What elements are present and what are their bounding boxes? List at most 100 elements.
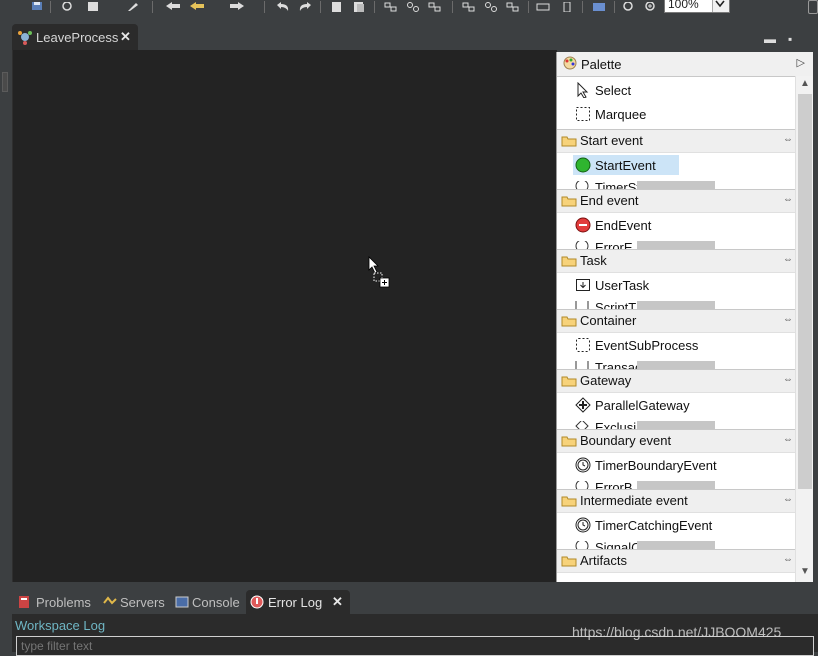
- palette-item-start-event[interactable]: StartEvent: [557, 155, 795, 175]
- pin-icon[interactable]: ⇔: [783, 194, 793, 205]
- tab-problems[interactable]: Problems: [12, 590, 98, 614]
- tab-leave-process[interactable]: LeaveProcess ✕: [12, 24, 138, 50]
- save-icon[interactable]: [30, 0, 44, 12]
- pin-icon[interactable]: ⇔: [783, 434, 793, 445]
- drawer-start-event[interactable]: Start event ⇔: [557, 129, 795, 153]
- drawer-label: Task: [580, 253, 607, 268]
- item-label: EndEvent: [595, 218, 652, 233]
- pin-icon[interactable]: ⇔: [783, 254, 793, 265]
- palette-header[interactable]: Palette ▷: [557, 52, 813, 77]
- scroll-thumb[interactable]: [798, 94, 812, 489]
- match-height-icon[interactable]: [560, 0, 574, 13]
- palette-item-event-subprocess[interactable]: EventSubProcess: [557, 335, 795, 355]
- tool-marquee[interactable]: Marquee: [557, 104, 795, 124]
- item-label: Transac: [595, 361, 642, 369]
- scroll-overflow-bar: [637, 421, 715, 429]
- align-top-icon[interactable]: [462, 0, 476, 12]
- drawer-task[interactable]: Task ⇔: [557, 249, 795, 273]
- palette-scrollbar[interactable]: ▲ ▼: [795, 76, 813, 582]
- trim-marker[interactable]: [2, 72, 8, 92]
- exclusive-gateway-icon: [575, 421, 589, 429]
- drawer-artifacts[interactable]: Artifacts ⇔: [557, 549, 795, 573]
- align-middle-icon[interactable]: [484, 0, 498, 12]
- match-width-icon[interactable]: [536, 0, 550, 12]
- drawer-end-event[interactable]: End event ⇔: [557, 189, 795, 213]
- drawer-boundary-event[interactable]: Boundary event ⇔: [557, 429, 795, 453]
- palette-item-timer-catching-event[interactable]: TimerCatchingEvent: [557, 515, 795, 535]
- folder-icon: [561, 315, 577, 330]
- item-label: ParallelGateway: [595, 398, 690, 413]
- item-label: TimerBoundaryEvent: [595, 458, 717, 473]
- toolbar-separator: [528, 1, 529, 13]
- perspective-button[interactable]: [808, 0, 818, 14]
- close-icon[interactable]: ✕: [332, 594, 343, 610]
- copy-icon[interactable]: [330, 0, 344, 12]
- align-center-icon[interactable]: [406, 0, 420, 12]
- scroll-overflow-bar: [637, 301, 715, 309]
- search-icon[interactable]: [126, 0, 140, 12]
- link-icon[interactable]: [60, 0, 74, 12]
- item-label: EventSubProcess: [595, 338, 699, 353]
- palette-item-partial[interactable]: ScriptT: [557, 301, 795, 309]
- diagram-canvas[interactable]: [12, 50, 557, 582]
- redo-icon[interactable]: [298, 0, 312, 12]
- maximize-button[interactable]: ▪: [788, 32, 792, 46]
- select-arrow-icon: [575, 81, 591, 99]
- palette-item-end-event[interactable]: EndEvent: [557, 215, 795, 235]
- palette-item-parallel-gateway[interactable]: ParallelGateway: [557, 395, 795, 415]
- minimize-button[interactable]: ▬: [764, 32, 776, 46]
- drawer-intermediate-event[interactable]: Intermediate event ⇔: [557, 489, 795, 513]
- close-icon[interactable]: ✕: [120, 29, 131, 45]
- undo-icon[interactable]: [276, 0, 290, 12]
- toolbar-separator: [152, 1, 153, 13]
- palette-item-user-task[interactable]: UserTask: [557, 275, 795, 295]
- collapse-palette-icon[interactable]: ▷: [797, 56, 805, 69]
- drawer-container[interactable]: Container ⇔: [557, 309, 795, 333]
- palette-title: Palette: [581, 57, 622, 72]
- tab-error-log[interactable]: Error Log ✕: [246, 590, 350, 614]
- align-right-icon[interactable]: [428, 0, 442, 12]
- folder-icon: [561, 435, 577, 450]
- export-diagram-icon[interactable]: [592, 0, 606, 12]
- palette-item-partial[interactable]: ErrorE: [557, 241, 795, 249]
- align-left-icon[interactable]: [384, 0, 398, 12]
- tab-servers[interactable]: Servers: [100, 590, 172, 614]
- scroll-up-icon[interactable]: ▲: [800, 78, 810, 89]
- zoom-in-icon[interactable]: [644, 0, 658, 12]
- item-label: Exclusi: [595, 421, 637, 429]
- open-type-icon[interactable]: [86, 0, 100, 12]
- chevron-down-icon[interactable]: [712, 0, 729, 12]
- back-arrow-icon[interactable]: [166, 0, 180, 12]
- item-label: TimerCatchingEvent: [595, 518, 713, 533]
- palette-item-timer-boundary-event[interactable]: TimerBoundaryEvent: [557, 455, 795, 475]
- main-toolbar: 100%: [0, 0, 818, 16]
- console-icon: [175, 595, 189, 612]
- forward-arrow-icon[interactable]: [230, 0, 244, 12]
- pin-icon[interactable]: ⇔: [783, 374, 793, 385]
- palette-item-partial[interactable]: SignalC: [557, 541, 795, 549]
- zoom-out-icon[interactable]: [622, 0, 636, 12]
- align-bottom-icon[interactable]: [506, 0, 520, 12]
- paste-icon[interactable]: [352, 0, 366, 12]
- zoom-select[interactable]: 100%: [664, 0, 730, 13]
- parallel-gateway-icon: [575, 397, 591, 413]
- palette-item-partial[interactable]: Exclusi: [557, 421, 795, 429]
- palette-item-partial[interactable]: TimerSt: [557, 181, 795, 189]
- pin-icon[interactable]: ⇔: [783, 494, 793, 505]
- pin-icon[interactable]: ⇔: [783, 554, 793, 565]
- palette-item-partial[interactable]: ErrorB: [557, 481, 795, 489]
- tool-select[interactable]: Select: [557, 80, 795, 100]
- problems-icon: [17, 595, 31, 612]
- mouse-cursor-icon: [368, 256, 392, 293]
- toolbar-separator: [452, 1, 453, 13]
- drawer-gateway[interactable]: Gateway ⇔: [557, 369, 795, 393]
- tab-console[interactable]: Console: [172, 590, 248, 614]
- palette-item-partial[interactable]: Transac: [557, 361, 795, 369]
- watermark-text: https://blog.csdn.net/JJBOOM425: [572, 624, 782, 640]
- pin-icon[interactable]: ⇔: [783, 134, 793, 145]
- pin-icon[interactable]: ⇔: [783, 314, 793, 325]
- scroll-overflow-bar: [637, 361, 715, 369]
- scroll-down-icon[interactable]: ▼: [800, 566, 810, 577]
- back-history-icon[interactable]: [190, 0, 204, 12]
- workspace-log-label[interactable]: Workspace Log: [15, 618, 105, 633]
